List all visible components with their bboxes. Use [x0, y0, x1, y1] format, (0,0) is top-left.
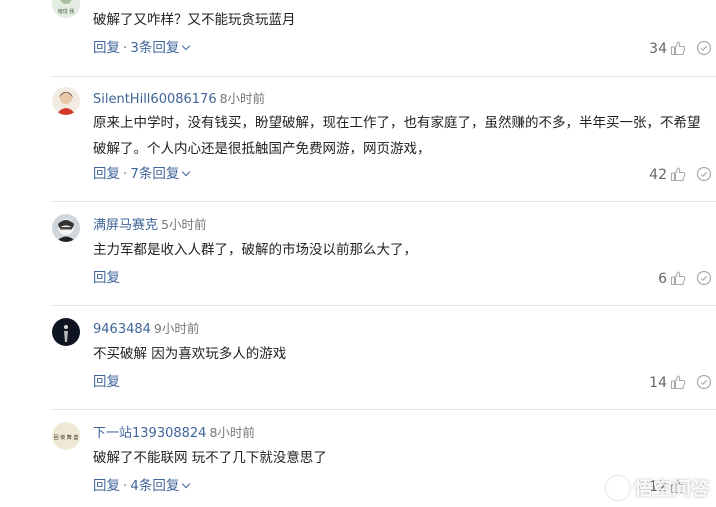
username-link[interactable]: 9463484	[93, 322, 151, 337]
timestamp: 8小时前	[209, 425, 255, 440]
reply-button[interactable]: 回复	[93, 40, 120, 56]
comment-text: 破解了又咋样？又不能玩贪玩蓝月	[93, 12, 296, 28]
username-link[interactable]: 下一站139308824	[93, 426, 206, 441]
more-options-icon[interactable]	[696, 166, 712, 182]
like-count: 42	[649, 167, 667, 183]
comment-meta: 9463484 9小时前	[93, 321, 199, 338]
comment-text: 破解了不能联网 玩不了几下就没意思了	[93, 450, 327, 466]
username-link[interactable]: 满屏马赛克	[93, 218, 158, 233]
comment-actions: 回复	[93, 374, 120, 390]
avatar[interactable]: 回 夜 舞 盏	[52, 422, 80, 450]
divider	[50, 201, 716, 202]
avatar[interactable]: 暗珑 我	[52, 0, 80, 18]
comment-text: 原来上中学时，没有钱买，盼望破解，现在工作了，也有家庭了，虽然赚的不多，半年买一…	[93, 115, 701, 157]
avatar[interactable]	[52, 318, 80, 346]
reply-button[interactable]: 回复	[93, 166, 120, 182]
wukong-logo-icon	[605, 475, 630, 500]
reply-button[interactable]: 回复	[93, 478, 120, 494]
reply-button[interactable]: 回复	[93, 374, 120, 390]
avatar[interactable]	[52, 214, 80, 242]
watermark-text: 悟空问答	[633, 478, 710, 500]
avatar-caption: 暗珑 我	[58, 8, 75, 15]
thumbs-up-icon	[670, 167, 686, 182]
like-button[interactable]: 42	[649, 166, 686, 183]
avatar[interactable]	[52, 87, 80, 115]
thumbs-up-icon	[670, 41, 686, 56]
divider	[50, 305, 716, 306]
comment-text: 不买破解 因为喜欢玩多人的游戏	[93, 346, 287, 362]
comment-meta: SilentHill60086176 8小时前	[93, 91, 265, 108]
more-options-icon[interactable]	[696, 40, 712, 56]
view-replies-link[interactable]: 3条回复	[130, 40, 179, 56]
chevron-down-icon[interactable]	[182, 479, 191, 489]
more-options-icon[interactable]	[696, 374, 712, 390]
view-replies-link[interactable]: 4条回复	[130, 478, 179, 494]
like-count: 6	[658, 271, 667, 287]
watermark: 悟空问答	[605, 474, 710, 501]
reply-button[interactable]: 回复	[93, 270, 120, 286]
thumbs-up-icon	[670, 375, 686, 390]
username-link[interactable]: SilentHill60086176	[93, 92, 217, 107]
like-count: 34	[649, 41, 667, 57]
like-button[interactable]: 34	[649, 40, 686, 57]
chevron-down-icon[interactable]	[182, 167, 191, 177]
divider	[50, 76, 716, 77]
comment-actions: 回复	[93, 270, 120, 286]
timestamp: 5小时前	[161, 217, 207, 232]
like-button[interactable]: 6	[658, 270, 686, 287]
thumbs-up-icon	[670, 271, 686, 286]
more-options-icon[interactable]	[696, 270, 712, 286]
comment-actions: 回复 · 7条回复	[93, 166, 191, 182]
comment-actions: 回复 · 3条回复	[93, 40, 191, 56]
like-count: 14	[649, 375, 667, 391]
divider	[50, 409, 716, 410]
like-button[interactable]: 14	[649, 374, 686, 391]
timestamp: 8小时前	[219, 91, 266, 106]
timestamp: 9小时前	[153, 321, 200, 336]
comment-meta: 下一站139308824 8小时前	[93, 425, 255, 442]
comment-meta: 满屏马赛克 5小时前	[93, 217, 206, 234]
chevron-down-icon[interactable]	[182, 41, 191, 51]
avatar-caption: 回 夜 舞 盏	[54, 434, 79, 441]
comment-actions: 回复 · 4条回复	[93, 478, 191, 494]
view-replies-link[interactable]: 7条回复	[130, 166, 179, 182]
comment-text: 主力军都是收入人群了，破解的市场没以前那么大了，	[93, 242, 417, 258]
